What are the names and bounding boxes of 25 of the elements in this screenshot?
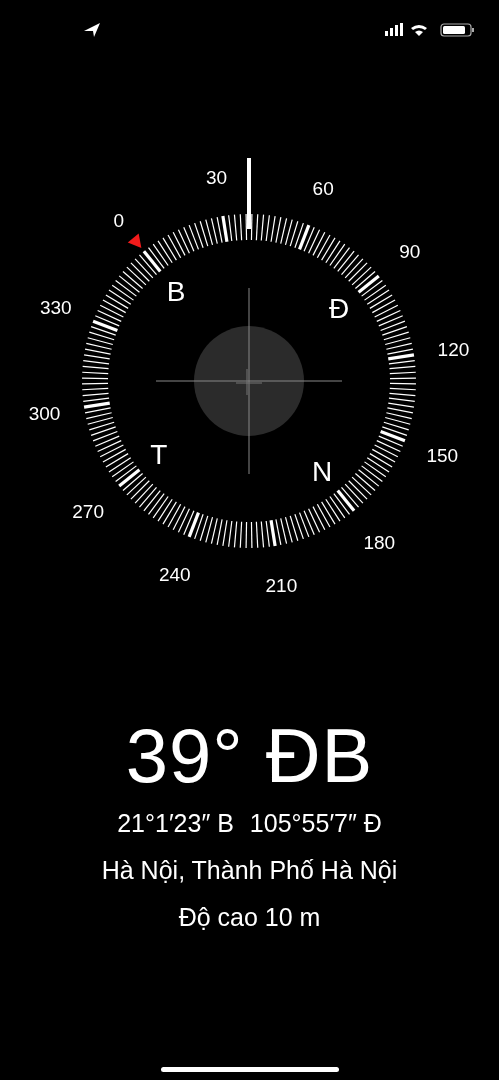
degree-label: 210 (265, 575, 298, 597)
north-marker-icon (127, 233, 142, 249)
degree-label: 30 (206, 166, 228, 188)
cardinal-label: T (150, 439, 168, 470)
longitude-text: 105°55′7″ Đ (249, 809, 382, 838)
degree-label: 150 (426, 445, 459, 467)
degree-label: 270 (72, 501, 104, 523)
location-arrow-icon (82, 22, 102, 38)
degree-label: 60 (312, 177, 334, 199)
heading-line (247, 158, 251, 229)
degree-label: 120 (437, 338, 470, 360)
degree-label: 330 (39, 296, 72, 318)
cardinal-label: Đ (329, 293, 350, 324)
home-indicator[interactable] (160, 1067, 339, 1072)
cardinal-label: B (166, 275, 186, 307)
degree-label: 240 (158, 564, 191, 586)
degree-label: 90 (399, 240, 421, 262)
place-name: Hà Nội, Thành Phố Hà Nội (101, 856, 398, 885)
cardinal-label: N (311, 456, 333, 488)
altitude-text: Độ cao 10 m (178, 903, 321, 932)
degree-label: 0 (113, 210, 124, 232)
latitude-text: 21°1′23″ B (117, 809, 234, 838)
degree-label: 180 (363, 531, 396, 553)
heading-reading: 39° ĐB (125, 712, 374, 799)
degree-label: 300 (28, 403, 61, 425)
